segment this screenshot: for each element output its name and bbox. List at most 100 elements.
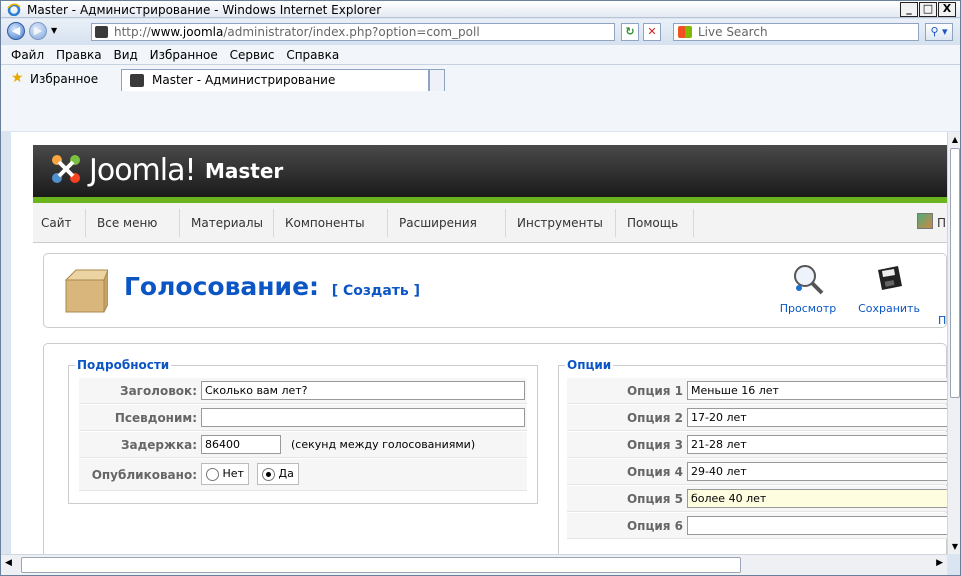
joomla-logo-icon (52, 155, 80, 183)
details-fieldset: Подробности Заголовок: Сколько вам лет? … (68, 358, 538, 504)
menu-edit[interactable]: Правка (56, 48, 102, 62)
nav-extensions[interactable]: Расширения (399, 216, 477, 230)
menu-help[interactable]: Справка (286, 48, 339, 62)
nav-components[interactable]: Компоненты (285, 216, 365, 230)
address-input[interactable]: http://www.joomla/administrator/index.ph… (91, 23, 615, 41)
option-2-input[interactable]: 17-20 лет (687, 408, 947, 427)
nav-site[interactable]: Сайт (41, 216, 72, 230)
horizontal-scrollbar[interactable]: ◀ ▶ (1, 554, 947, 575)
option-row-4: Опция 4 29-40 лет (567, 459, 947, 485)
menu-tools[interactable]: Сервис (230, 48, 275, 62)
refresh-icon[interactable]: ↻ (621, 23, 639, 41)
option-1-label: Опция 1 (626, 384, 683, 398)
option-5-input[interactable]: более 40 лет (687, 489, 947, 508)
published-yes-option[interactable]: Да (257, 463, 299, 485)
magnifier-icon (794, 265, 824, 295)
nav-preview-label[interactable]: П (937, 216, 946, 230)
page-title-text: Голосование: (124, 272, 320, 301)
poll-form: Подробности Заголовок: Сколько вам лет? … (43, 343, 947, 554)
option-6-input[interactable] (687, 516, 947, 535)
page-content: Joomla! Master Сайт Все меню Материалы К… (11, 132, 947, 554)
next-toolbar-button[interactable]: П (938, 314, 947, 327)
vertical-scroll-thumb[interactable] (950, 148, 960, 398)
favorites-button[interactable]: Избранное (30, 72, 98, 86)
joomla-brand: Joomla! (89, 153, 197, 188)
nav-help[interactable]: Помощь (627, 216, 678, 230)
new-tab-button[interactable] (429, 69, 445, 91)
address-bar-row: ◀ ▶ ▼ http://www.joomla/administrator/in… (1, 19, 960, 45)
option-5-label: Опция 5 (626, 492, 683, 506)
preview-button[interactable]: Просмотр (778, 262, 838, 315)
option-4-label: Опция 4 (626, 465, 683, 479)
joomla-favicon-icon (95, 26, 108, 38)
browser-tab[interactable]: Master - Администрирование (121, 69, 429, 91)
published-no-radio[interactable] (206, 467, 219, 481)
horizontal-scroll-thumb[interactable] (21, 557, 741, 573)
url-host: www.joomla (150, 25, 224, 39)
page-title: Голосование: [ Создать ] (124, 272, 420, 301)
preview-site-icon[interactable] (917, 213, 933, 229)
scroll-right-icon[interactable]: ▶ (936, 558, 943, 568)
lag-row: Задержка: 86400 (секунд между голосовани… (79, 432, 527, 458)
vertical-scrollbar[interactable]: ▲ ▼ (947, 132, 960, 554)
scroll-up-icon[interactable]: ▲ (949, 133, 960, 147)
url-prefix: http:// (114, 25, 151, 39)
tab-joomla-icon (130, 74, 144, 87)
site-name: Master (205, 159, 284, 183)
maximize-button[interactable]: □ (919, 2, 937, 17)
title-label: Заголовок: (120, 384, 197, 398)
published-label: Опубликовано: (91, 468, 197, 482)
floppy-disk-icon (878, 266, 902, 290)
history-dropdown-icon[interactable]: ▼ (51, 26, 57, 35)
option-6-label: Опция 6 (626, 519, 683, 533)
search-button[interactable]: ⚲ ▾ (925, 23, 953, 41)
option-2-label: Опция 2 (626, 411, 683, 425)
joomla-header: Joomla! Master (33, 145, 947, 203)
tab-title: Master - Администрирование (152, 73, 336, 87)
option-row-5: Опция 5 более 40 лет (567, 486, 947, 512)
published-row: Опубликовано: Нет Да (79, 459, 527, 491)
title-bar: Master - Администрирование - Windows Int… (1, 1, 960, 18)
scroll-left-icon[interactable]: ◀ (5, 558, 12, 568)
page-subtitle: [ Создать ] (331, 283, 421, 299)
alias-row: Псевдоним: (79, 405, 527, 431)
menu-file[interactable]: Файл (11, 48, 44, 62)
option-4-input[interactable]: 29-40 лет (687, 462, 947, 481)
minimize-button[interactable]: _ (900, 2, 918, 17)
option-row-6: Опция 6 (567, 513, 947, 539)
nav-content[interactable]: Материалы (191, 216, 263, 230)
option-row-3: Опция 3 21-28 лет (567, 432, 947, 458)
back-icon[interactable]: ◀ (7, 22, 25, 40)
search-input[interactable]: Live Search (673, 23, 919, 41)
scroll-down-icon[interactable]: ▼ (949, 540, 960, 554)
nav-tools[interactable]: Инструменты (517, 216, 603, 230)
favorites-bar: ★ Избранное Master - Администрирование (1, 65, 960, 131)
live-search-icon (678, 26, 692, 38)
poll-box-icon (64, 269, 108, 313)
stop-icon[interactable]: ✕ (643, 23, 661, 41)
details-legend: Подробности (77, 358, 170, 372)
search-placeholder: Live Search (698, 25, 768, 39)
save-button[interactable]: Сохранить (856, 262, 922, 315)
option-1-input[interactable]: Меньше 16 лет (687, 381, 947, 400)
forward-icon[interactable]: ▶ (29, 22, 47, 40)
option-row-1: Опция 1 Меньше 16 лет (567, 378, 947, 404)
lag-input[interactable]: 86400 (201, 435, 281, 454)
option-row-2: Опция 2 17-20 лет (567, 405, 947, 431)
close-button[interactable]: X (938, 2, 956, 17)
option-3-label: Опция 3 (626, 438, 683, 452)
search-icon: ⚲ ▾ (930, 25, 948, 38)
title-input[interactable]: Сколько вам лет? (201, 381, 525, 400)
alias-input[interactable] (201, 408, 525, 427)
published-yes-radio[interactable] (262, 467, 275, 481)
url-path: /administrator/index.php?option=com_poll (223, 25, 480, 39)
options-fieldset: Опции Опция 1 Меньше 16 лет Опция 2 17-2… (558, 358, 947, 554)
toolbar-box: Голосование: [ Создать ] Просмотр Сохран… (43, 253, 947, 328)
option-3-input[interactable]: 21-28 лет (687, 435, 947, 454)
title-row: Заголовок: Сколько вам лет? (79, 378, 527, 404)
menu-favorites[interactable]: Избранное (150, 48, 218, 62)
nav-all-menus[interactable]: Все меню (97, 216, 157, 230)
published-no-option[interactable]: Нет (201, 463, 249, 485)
menu-view[interactable]: Вид (113, 48, 137, 62)
favorites-star-icon[interactable]: ★ (11, 70, 24, 86)
